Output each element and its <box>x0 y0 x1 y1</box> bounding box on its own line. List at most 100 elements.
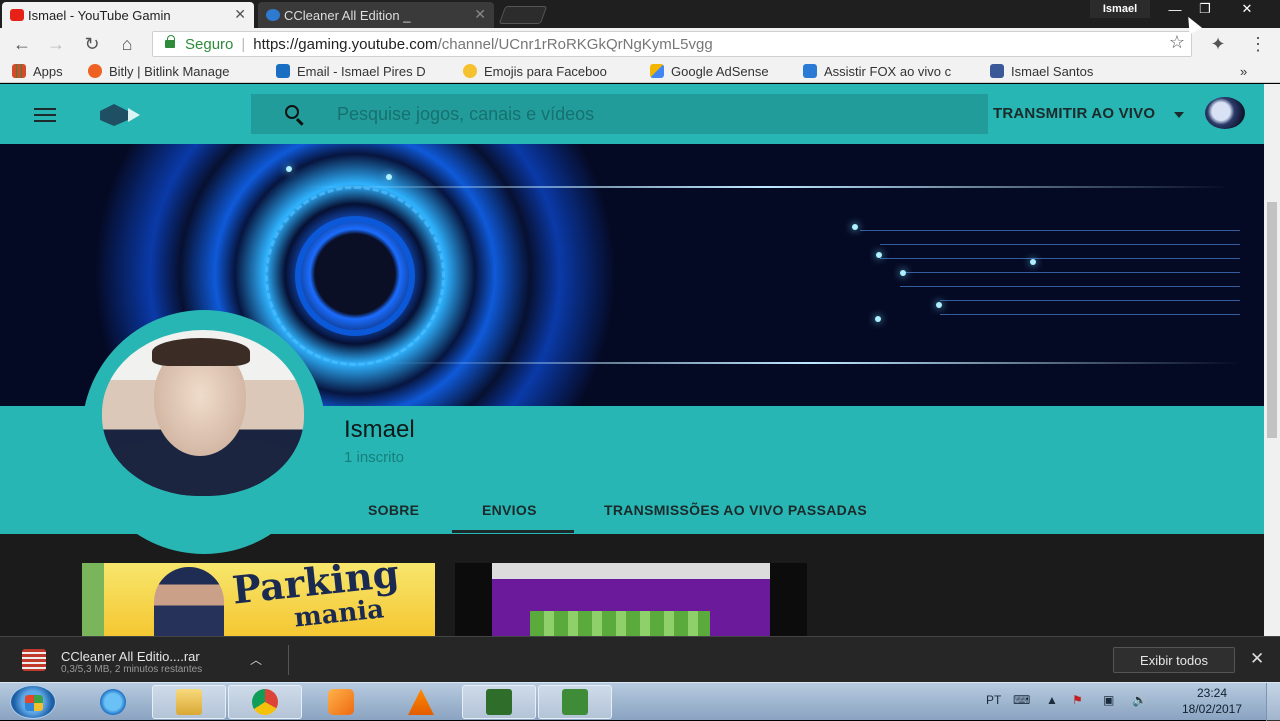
bookmark-emojis[interactable]: Emojis para Faceboo <box>463 62 633 80</box>
adsense-icon <box>650 64 664 78</box>
banner-light-line <box>380 362 1240 364</box>
security-label: Seguro <box>185 35 234 53</box>
chevron-down-icon[interactable] <box>1174 112 1184 118</box>
show-hidden-icons-icon[interactable]: ▲ <box>1046 693 1058 707</box>
bookmark-facebook[interactable]: Ismael Santos <box>990 62 1120 80</box>
show-desktop-button[interactable] <box>1266 683 1280 721</box>
back-arrow-icon[interactable]: ← <box>10 32 34 56</box>
channel-name: Ismael <box>344 416 415 443</box>
account-avatar[interactable] <box>1205 97 1245 129</box>
language-indicator[interactable]: PT <box>986 693 1001 707</box>
clock-time: 23:24 <box>1196 686 1228 700</box>
app-header: Pesquise jogos, canais e vídeos TRANSMIT… <box>0 84 1264 144</box>
tab-close-icon[interactable]: ✕ <box>234 6 246 23</box>
bookmarks-overflow-icon[interactable]: » <box>1240 62 1256 80</box>
taskbar-camtasia-1[interactable] <box>462 685 536 719</box>
apps-grid-icon <box>12 64 26 78</box>
lock-icon <box>165 35 175 48</box>
search-placeholder: Pesquise jogos, canais e vídeos <box>337 104 595 124</box>
video-thumbnail-parking-mania[interactable]: Parking mania <box>82 563 435 636</box>
youtube-gaming-logo-icon[interactable] <box>100 104 140 126</box>
profile-name-button[interactable]: Ismael <box>1090 0 1150 18</box>
taskbar-vlc[interactable] <box>384 685 458 719</box>
banner-trace <box>880 258 1240 259</box>
divider <box>288 645 289 675</box>
download-status: 0,3/5,3 MB, 2 minutos restantes <box>61 664 203 675</box>
banner-trace <box>880 244 1240 245</box>
taskbar-internet-explorer[interactable] <box>76 685 150 719</box>
close-downloads-icon[interactable]: ✕ <box>1250 649 1264 669</box>
downloads-bar: CCleaner All Editio....rar 0,3/5,3 MB, 2… <box>0 636 1280 682</box>
bookmark-label: Bitly | Bitlink Manage <box>109 63 230 79</box>
bookmarks-bar: Apps Bitly | Bitlink Manage Email - Isma… <box>0 60 1280 83</box>
bookmark-apps[interactable]: Apps <box>12 62 74 80</box>
forward-arrow-icon[interactable]: → <box>44 32 68 56</box>
bookmark-bitly[interactable]: Bitly | Bitlink Manage <box>88 62 256 80</box>
banner-trace <box>940 314 1240 315</box>
go-live-button[interactable]: TRANSMITIR AO VIVO <box>993 105 1155 122</box>
clock-date: 18/02/2017 <box>1181 702 1243 716</box>
tab-youtube-gaming[interactable]: Ismael - YouTube Gamin ✕ <box>2 2 254 28</box>
channel-avatar[interactable] <box>82 310 326 554</box>
home-icon[interactable]: ⌂ <box>115 32 139 56</box>
banner-glow-dot <box>286 166 292 172</box>
folder-icon <box>176 689 202 715</box>
taskbar-media-player[interactable] <box>304 685 378 719</box>
bookmark-email[interactable]: Email - Ismael Pires D <box>276 62 446 80</box>
download-file-name[interactable]: CCleaner All Editio....rar <box>61 649 200 664</box>
system-clock[interactable]: 23:24 18/02/2017 <box>1170 685 1254 717</box>
youtube-gaming-page: Pesquise jogos, canais e vídeos TRANSMIT… <box>0 84 1264 636</box>
active-tab-indicator <box>452 530 574 533</box>
bookmark-label: Google AdSense <box>671 63 769 79</box>
browser-toolbar: ← → ↻ ⌂ Seguro | https://gaming.youtube.… <box>0 28 1280 60</box>
bookmark-label: Email - Ismael Pires D <box>297 63 426 79</box>
subscriber-count: 1 inscrito <box>344 449 405 466</box>
camtasia-icon <box>486 689 512 715</box>
bookmark-label: Assistir FOX ao vivo c <box>824 63 952 79</box>
tab-uploads[interactable]: ENVIOS <box>482 502 537 518</box>
bookmark-fox[interactable]: Assistir FOX ao vivo c <box>803 62 973 80</box>
windows-taskbar: PT ⌨ ▲ ⚑ ▣ 🔊 23:24 18/02/2017 <box>0 682 1280 721</box>
keyboard-icon[interactable]: ⌨ <box>1013 693 1030 707</box>
new-tab-button[interactable] <box>498 6 548 24</box>
tab-close-icon[interactable]: ✕ <box>474 6 486 23</box>
banner-glow-dot <box>386 174 392 180</box>
volume-icon[interactable]: 🔊 <box>1132 693 1147 707</box>
tab-past-live-streams[interactable]: TRANSMISSÕES AO VIVO PASSADAS <box>604 502 867 518</box>
video-thumbnail-screen-recording[interactable] <box>455 563 807 636</box>
bookmark-label: Apps <box>33 63 63 79</box>
tab-about[interactable]: SOBRE <box>368 502 419 518</box>
banner-ring <box>295 216 415 336</box>
bookmark-star-icon[interactable]: ☆ <box>1169 32 1185 53</box>
banner-trace <box>860 230 1240 231</box>
tab-strip: Ismael - YouTube Gamin ✕ CCleaner All Ed… <box>0 0 1280 28</box>
url-path: /channel/UCnr1rRoRKGkQrNgKymL5vgg <box>437 35 713 53</box>
chevron-up-icon[interactable]: ︿ <box>250 651 262 668</box>
start-button[interactable] <box>10 685 56 719</box>
rar-archive-icon <box>22 649 46 671</box>
taskbar-file-explorer[interactable] <box>152 685 226 719</box>
vlc-icon <box>408 689 434 715</box>
page-scrollbar[interactable] <box>1264 84 1280 636</box>
reload-icon[interactable]: ↻ <box>80 32 104 56</box>
action-center-icon[interactable]: ⚑ <box>1072 693 1083 707</box>
camtasia-recorder-icon <box>562 689 588 715</box>
close-window-icon[interactable]: ✕ <box>1232 0 1262 18</box>
hamburger-menu-icon[interactable] <box>34 108 56 122</box>
minimize-icon[interactable]: — <box>1160 0 1190 18</box>
bookmark-label: Emojis para Faceboo <box>484 63 607 79</box>
search-input[interactable]: Pesquise jogos, canais e vídeos <box>251 94 988 134</box>
bookmark-adsense[interactable]: Google AdSense <box>650 62 790 80</box>
scrollbar-thumb[interactable] <box>1267 202 1277 438</box>
network-icon[interactable]: ▣ <box>1103 693 1114 707</box>
windows-logo-icon <box>25 695 43 711</box>
search-icon[interactable] <box>285 105 299 119</box>
taskbar-chrome[interactable] <box>228 685 302 719</box>
show-all-downloads-button[interactable]: Exibir todos <box>1113 647 1235 673</box>
address-bar[interactable]: Seguro | https://gaming.youtube.com /cha… <box>152 31 1192 57</box>
extension-icon[interactable]: ✦ <box>1206 32 1230 56</box>
tab-ccleaner[interactable]: CCleaner All Edition _ ✕ <box>258 2 494 28</box>
banner-glow-dot <box>936 302 942 308</box>
taskbar-camtasia-2[interactable] <box>538 685 612 719</box>
chrome-menu-icon[interactable]: ⋮ <box>1246 32 1270 56</box>
